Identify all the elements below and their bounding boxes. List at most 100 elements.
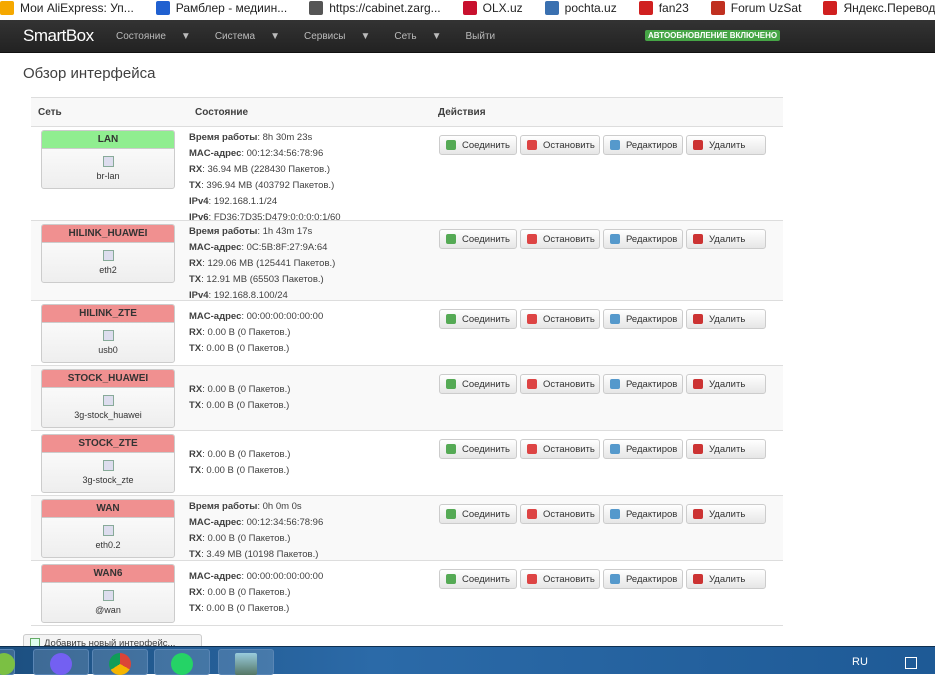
interface-name: HILINK_ZTE bbox=[42, 305, 174, 323]
table-row: LAN br-lan Время работы: 8h 30m 23s MAC-адр… bbox=[31, 127, 783, 223]
interface-badge[interactable]: WAN6 @wan bbox=[41, 564, 175, 623]
wechat-icon bbox=[0, 653, 15, 675]
connect-button[interactable]: Соединить bbox=[439, 439, 517, 459]
taskbar-app-whatsapp[interactable] bbox=[154, 649, 210, 675]
interface-badge[interactable]: STOCK_HUAWEI 3g-stock_huawei bbox=[41, 369, 175, 428]
brand-logo[interactable]: SmartBox bbox=[23, 26, 94, 46]
taskbar-app-chrome[interactable] bbox=[92, 649, 148, 675]
stop-button[interactable]: Остановить bbox=[520, 309, 600, 329]
interface-stats: Время работы: 8h 30m 23s MAC-адрес: 00:12… bbox=[189, 130, 341, 226]
delete-icon bbox=[693, 444, 703, 454]
edit-button[interactable]: Редактиров bbox=[603, 439, 683, 459]
stat-label: MAC-адрес bbox=[189, 148, 242, 159]
bookmark[interactable]: Яндекс.Переводч bbox=[823, 0, 935, 16]
delete-button[interactable]: Удалить bbox=[686, 504, 766, 524]
edit-button[interactable]: Редактиров bbox=[603, 229, 683, 249]
network-device-icon bbox=[102, 525, 114, 536]
delete-icon bbox=[693, 234, 703, 244]
connect-button[interactable]: Соединить bbox=[439, 309, 517, 329]
menu-item[interactable]: Состояние ▼ bbox=[116, 31, 203, 42]
menu-item[interactable]: Сеть ▼ bbox=[394, 31, 453, 42]
menu-item-label: Выйти bbox=[465, 31, 496, 42]
taskbar-app-wechat[interactable] bbox=[0, 649, 15, 675]
menu-item[interactable]: Система ▼ bbox=[215, 31, 292, 42]
bookmark[interactable]: Мои AliExpress: Уп... bbox=[0, 0, 134, 16]
stat-label: Время работы bbox=[189, 226, 258, 237]
menu-item[interactable]: Сервисы ▼ bbox=[304, 31, 382, 42]
edit-button[interactable]: Редактиров bbox=[603, 135, 683, 155]
stat-label: IPv4 bbox=[189, 196, 209, 207]
edit-button[interactable]: Редактиров bbox=[603, 374, 683, 394]
connect-button[interactable]: Соединить bbox=[439, 135, 517, 155]
interface-badge[interactable]: LAN br-lan bbox=[41, 130, 175, 189]
delete-button[interactable]: Удалить bbox=[686, 135, 766, 155]
stat-line: MAC-адрес: 00:12:34:56:78:96 bbox=[189, 148, 324, 159]
stop-button[interactable]: Остановить bbox=[520, 439, 600, 459]
interface-stats: MAC-адрес: 00:00:00:00:00:00 RX: 0.00 B (… bbox=[189, 569, 323, 617]
interface-badge[interactable]: HILINK_HUAWEI eth2 bbox=[41, 224, 175, 283]
bookmark[interactable]: pochta.uz bbox=[544, 0, 617, 16]
stat-label: Время работы bbox=[189, 501, 258, 512]
button-label: Редактиров bbox=[626, 378, 678, 390]
language-indicator[interactable]: RU bbox=[852, 656, 868, 668]
delete-button[interactable]: Удалить bbox=[686, 309, 766, 329]
edit-icon bbox=[610, 140, 620, 150]
taskbar-app-viber[interactable] bbox=[33, 649, 89, 675]
bookmark[interactable]: Forum UzSat bbox=[710, 0, 802, 16]
connect-button[interactable]: Соединить bbox=[439, 374, 517, 394]
bookmark[interactable]: https://cabinet.zarg... bbox=[309, 0, 441, 16]
button-label: Редактиров bbox=[626, 139, 678, 151]
edit-button[interactable]: Редактиров bbox=[603, 569, 683, 589]
interface-badge[interactable]: HILINK_ZTE usb0 bbox=[41, 304, 175, 363]
delete-button[interactable]: Удалить bbox=[686, 229, 766, 249]
menu-item-label: Состояние bbox=[116, 31, 166, 42]
interface-badge[interactable]: WAN eth0.2 bbox=[41, 499, 175, 558]
connect-button[interactable]: Соединить bbox=[439, 504, 517, 524]
bookmark[interactable]: OLX.uz bbox=[462, 0, 523, 16]
autorefresh-badge[interactable]: АВТООБНОВЛЕНИЕ ВКЛЮЧЕНО bbox=[645, 30, 781, 41]
stop-button[interactable]: Остановить bbox=[520, 374, 600, 394]
column-header-status: Состояние bbox=[195, 107, 249, 118]
bookmark-label: Рамблер - медиин... bbox=[175, 1, 288, 15]
stop-button[interactable]: Остановить bbox=[520, 569, 600, 589]
stat-label: RX bbox=[189, 384, 203, 395]
stop-button[interactable]: Остановить bbox=[520, 135, 600, 155]
bookmark-favicon-icon bbox=[823, 1, 838, 15]
bookmark-favicon-icon bbox=[0, 1, 14, 15]
stat-value: 0.00 B (0 Пакетов.) bbox=[207, 449, 291, 460]
network-tray-icon[interactable] bbox=[905, 657, 917, 669]
menu-item[interactable]: Выйти bbox=[466, 31, 508, 42]
stat-line: RX: 0.00 B (0 Пакетов.) bbox=[189, 587, 291, 598]
stat-label: MAC-адрес bbox=[189, 571, 242, 582]
stat-line: Время работы: 8h 30m 23s bbox=[189, 132, 313, 143]
reconnect-icon bbox=[446, 314, 456, 324]
bookmark[interactable]: fan23 bbox=[638, 0, 689, 16]
delete-button[interactable]: Удалить bbox=[686, 569, 766, 589]
bookmark[interactable]: Рамблер - медиин... bbox=[155, 0, 288, 16]
bookmark-label: Forum UzSat bbox=[730, 1, 802, 15]
button-label: Остановить bbox=[543, 233, 595, 245]
delete-button[interactable]: Удалить bbox=[686, 374, 766, 394]
interface-stats: Время работы: 0h 0m 0s MAC-адрес: 00:12:3… bbox=[189, 499, 323, 563]
stat-line: RX: 0.00 B (0 Пакетов.) bbox=[189, 449, 291, 460]
button-label: Удалить bbox=[709, 573, 746, 585]
stat-line: RX: 36.94 MB (228430 Пакетов.) bbox=[189, 164, 331, 175]
interface-badge[interactable]: STOCK_ZTE 3g-stock_zte bbox=[41, 434, 175, 493]
interface-name: STOCK_HUAWEI bbox=[42, 370, 174, 388]
stop-button[interactable]: Остановить bbox=[520, 229, 600, 249]
edit-button[interactable]: Редактиров bbox=[603, 504, 683, 524]
row-actions: Соединить Остановить Редактиров Удалить bbox=[439, 569, 769, 589]
stat-value: 8h 30m 23s bbox=[262, 132, 313, 143]
stat-line: TX: 0.00 B (0 Пакетов.) bbox=[189, 603, 290, 614]
connect-button[interactable]: Соединить bbox=[439, 569, 517, 589]
stat-value: 12.91 MB (65503 Пакетов.) bbox=[206, 274, 324, 285]
button-label: Соединить bbox=[462, 443, 510, 455]
caret-down-icon: ▼ bbox=[270, 31, 280, 42]
delete-button[interactable]: Удалить bbox=[686, 439, 766, 459]
taskbar-app-photos[interactable] bbox=[218, 649, 274, 675]
edit-button[interactable]: Редактиров bbox=[603, 309, 683, 329]
stat-value: 00:00:00:00:00:00 bbox=[246, 571, 324, 582]
connect-button[interactable]: Соединить bbox=[439, 229, 517, 249]
stop-button[interactable]: Остановить bbox=[520, 504, 600, 524]
button-label: Редактиров bbox=[626, 443, 678, 455]
